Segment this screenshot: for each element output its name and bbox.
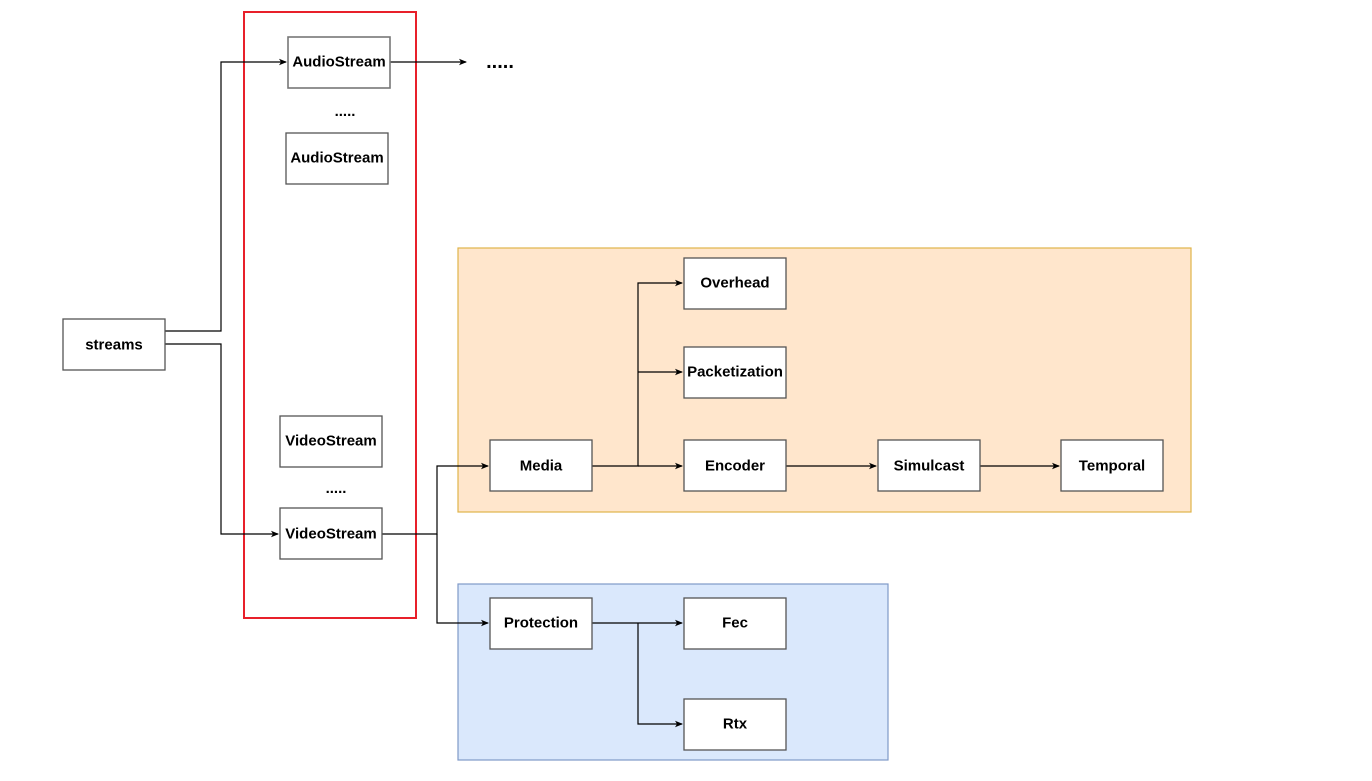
node-label: Encoder <box>705 458 765 475</box>
node-packetization[interactable]: Packetization <box>683 346 787 399</box>
node-label: Overhead <box>700 275 769 292</box>
node-label: streams <box>85 337 143 354</box>
node-label: Media <box>520 458 563 475</box>
node-label: Fec <box>722 615 748 632</box>
node-label: AudioStream <box>292 54 385 71</box>
edge-streams-video <box>165 343 279 538</box>
node-fec[interactable]: Fec <box>683 597 787 650</box>
node-audio-stream-2[interactable]: AudioStream <box>285 132 389 185</box>
node-label: Simulcast <box>894 458 965 475</box>
node-video-stream-2[interactable]: VideoStream <box>279 507 383 560</box>
node-label: Protection <box>504 615 578 632</box>
node-rtx[interactable]: Rtx <box>683 698 787 751</box>
video-more-ellipsis: ..... <box>326 480 347 497</box>
node-label: AudioStream <box>290 150 383 167</box>
node-label: VideoStream <box>285 526 376 543</box>
audio-next-ellipsis: ..... <box>486 51 514 73</box>
audio-more-ellipsis: ..... <box>335 103 356 120</box>
node-encoder[interactable]: Encoder <box>683 439 787 492</box>
node-label: VideoStream <box>285 433 376 450</box>
node-media[interactable]: Media <box>489 439 593 492</box>
node-overhead[interactable]: Overhead <box>683 257 787 310</box>
stream-diagram: streams AudioStream AudioStream VideoStr… <box>62 11 1192 761</box>
node-audio-stream-1[interactable]: AudioStream <box>287 36 391 89</box>
node-temporal[interactable]: Temporal <box>1060 439 1164 492</box>
node-simulcast[interactable]: Simulcast <box>877 439 981 492</box>
node-label: Temporal <box>1079 458 1145 475</box>
node-streams[interactable]: streams <box>62 318 166 371</box>
edge-streams-audio <box>165 58 287 332</box>
node-label: Rtx <box>723 716 748 733</box>
node-label: Packetization <box>687 364 783 381</box>
node-video-stream-1[interactable]: VideoStream <box>279 415 383 468</box>
node-protection[interactable]: Protection <box>489 597 593 650</box>
